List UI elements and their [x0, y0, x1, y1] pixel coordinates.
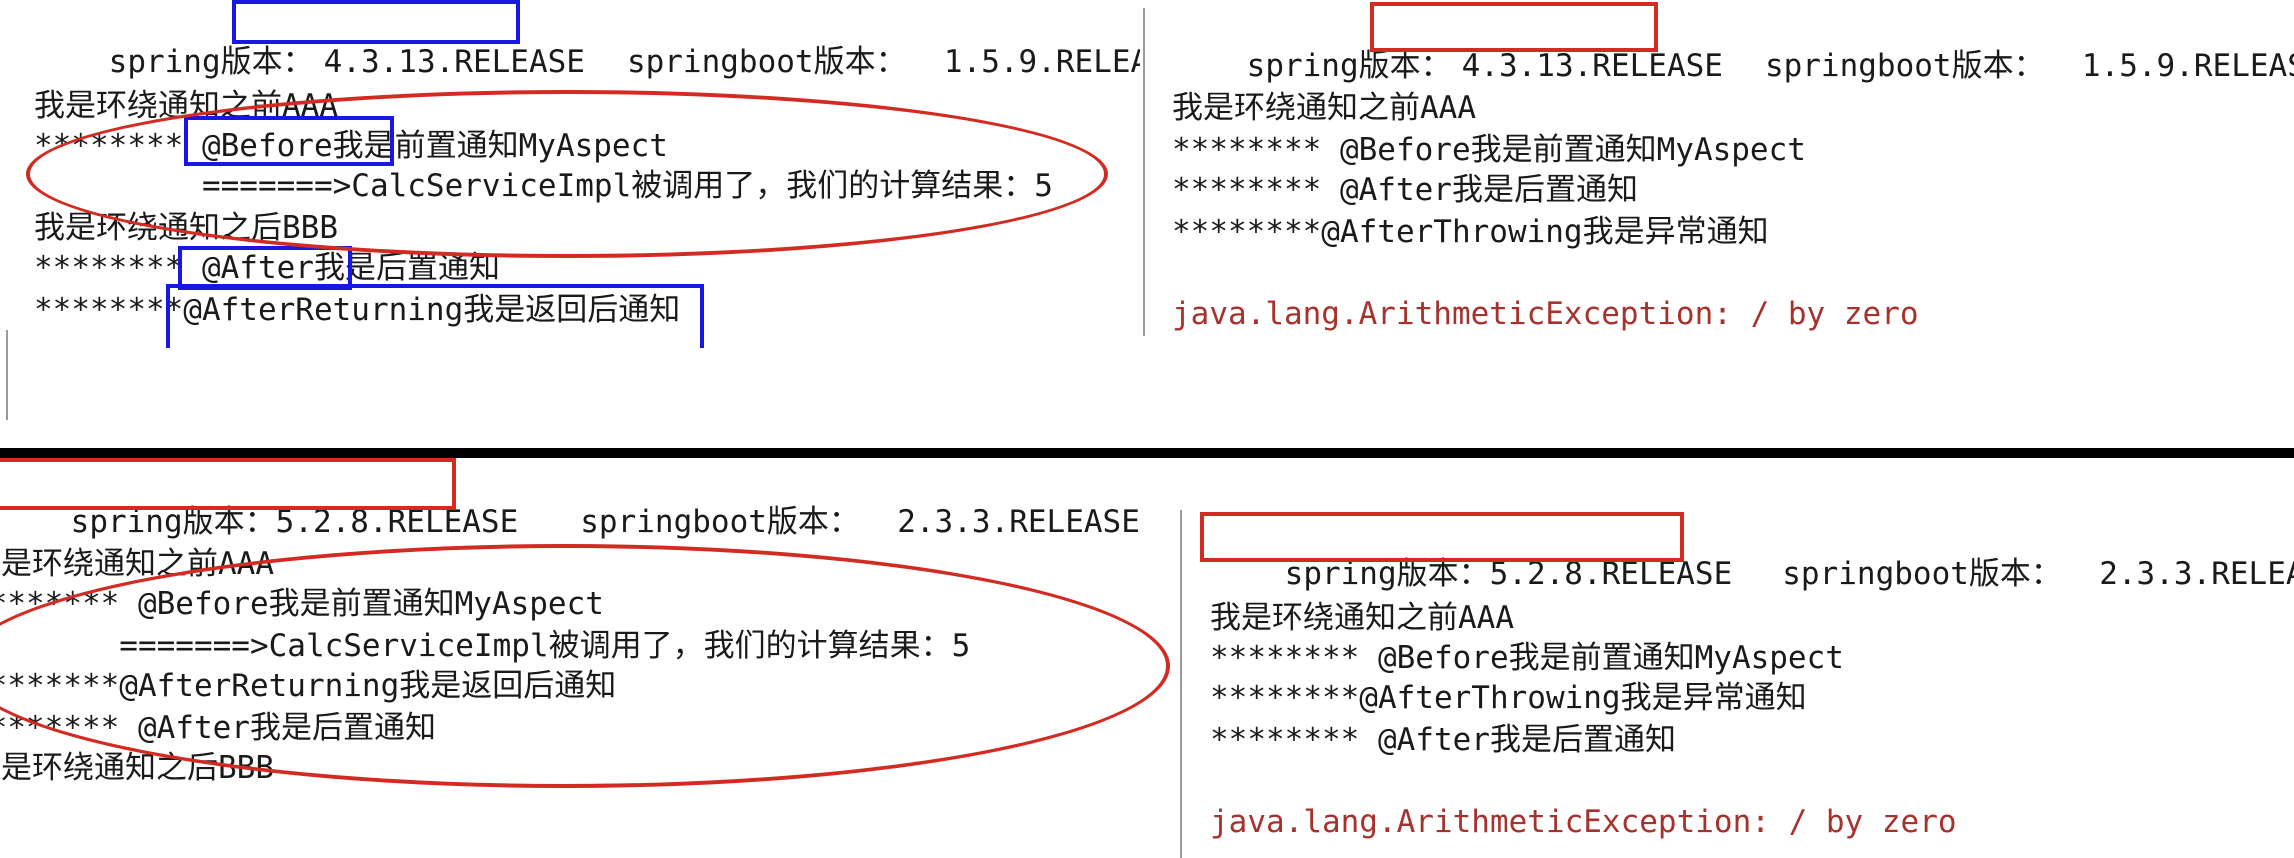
springboot-version-label: springboot版本： 1.5.9.RELEASE: [626, 44, 1140, 80]
log-line: ******** @After我是后置通知: [1210, 722, 1676, 758]
springboot-version-label: springboot版本： 2.3.3.RELEASE: [1782, 556, 2294, 592]
panel-top-right: spring版本： 4.3.13.RELEASE springboot版本： 1.5…: [1146, 0, 2294, 340]
log-line: ********@AfterThrowing我是异常通知: [1210, 680, 1807, 716]
log-line: 我是环绕通知之前AAA: [1172, 90, 1476, 126]
log-line: 我是环绕通知之前AAA: [1210, 600, 1514, 636]
panel-bottom-left: spring版本：5.2.8.RELEASE springboot版本： 2.3.…: [0, 458, 1180, 858]
spring-version-value: 4.3.13.RELEASE: [1461, 48, 1723, 84]
exception-line: java.lang.ArithmeticException: / by zero: [1210, 804, 1957, 840]
version-highlight-box: [0, 458, 456, 510]
spring-version-label: spring版本：: [1246, 48, 1452, 84]
spring-version-label: spring版本：: [108, 44, 314, 80]
section-separator: [0, 448, 2294, 458]
spring-version-value: 4.3.13.RELEASE: [323, 44, 585, 80]
version-highlight-box: [232, 0, 520, 44]
version-highlight-box: [1200, 512, 1684, 562]
panel-border: [6, 330, 8, 420]
springboot-version-label: springboot版本： 1.5.9.RELEASE: [1764, 48, 2294, 84]
highlight-ellipse: [0, 544, 1170, 788]
log-line: ********@AfterThrowing我是异常通知: [1172, 214, 1769, 250]
afterreturning-highlight-box: [166, 284, 704, 348]
log-line: ******** @Before我是前置通知MyAspect: [1210, 640, 1844, 676]
log-line: ******** @After我是后置通知: [1172, 172, 1638, 208]
log-line: ******** @Before我是前置通知MyAspect: [1172, 132, 1806, 168]
highlight-ellipse: [26, 90, 1108, 258]
panel-top-left: spring版本： 4.3.13.RELEASE springboot版本： 1.5…: [0, 0, 1140, 420]
springboot-version-label: springboot版本： 2.3.3.RELEASE: [580, 504, 1140, 540]
panel-divider: [1143, 8, 1145, 336]
exception-line: java.lang.ArithmeticException: / by zero: [1172, 296, 1919, 332]
version-highlight-box: [1370, 2, 1658, 52]
panel-bottom-right: spring版本：5.2.8.RELEASE springboot版本： 2.3.…: [1182, 500, 2294, 858]
